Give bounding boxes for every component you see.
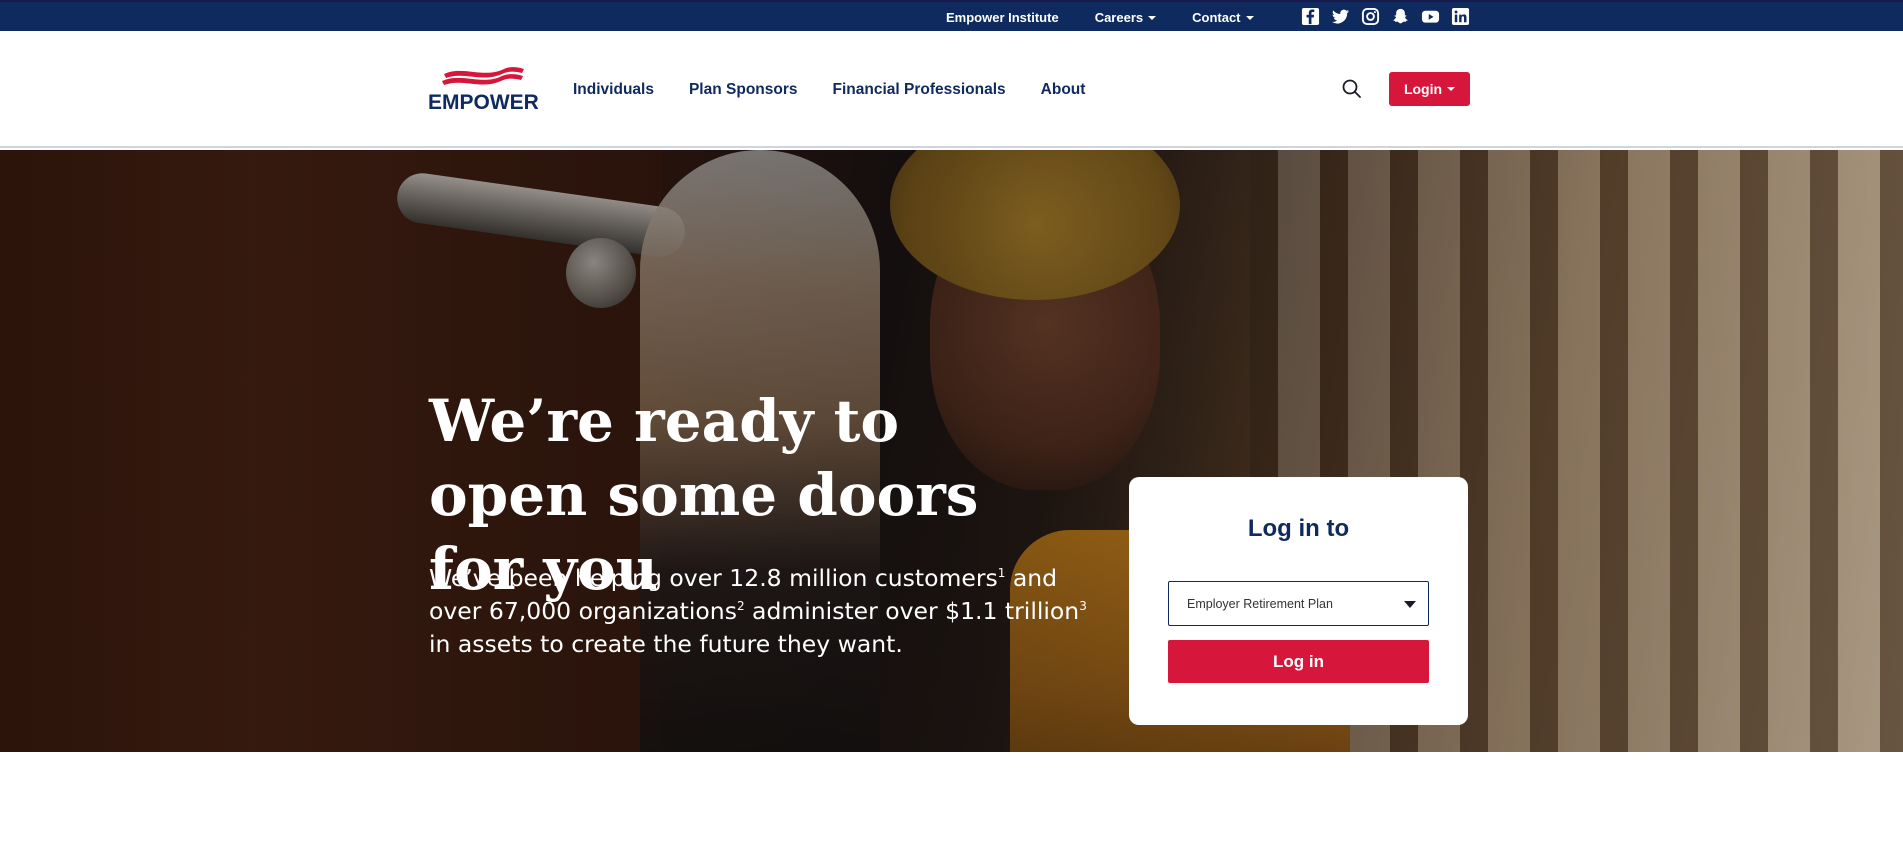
twitter-icon[interactable] [1331,7,1350,26]
login-label: Login [1403,81,1443,97]
chevron-down-icon [1447,87,1456,91]
careers-menu[interactable]: Careers [1094,10,1157,25]
contact-label: Contact [1192,10,1241,25]
snapchat-icon[interactable] [1391,7,1410,26]
social-links [1301,7,1481,26]
login-card: Log in to Employer Retirement Plan Log i… [1129,477,1468,725]
hero-sub-part3: administer over $1.1 trillion [744,597,1080,625]
facebook-icon[interactable] [1301,7,1320,26]
log-in-button[interactable]: Log in [1168,640,1429,683]
footnote-2[interactable]: 2 [737,599,745,613]
hero-sub-part1: We’ve been helping over 12.8 million cus… [429,564,998,592]
empower-institute-link[interactable]: Empower Institute [946,10,1059,25]
login-card-title: Log in to [1247,515,1350,542]
flag-icon [442,67,524,85]
main-header: EMPOWER Individuals Plan Sponsors Financ… [0,31,1903,148]
nav-financial-professionals[interactable]: Financial Professionals [833,81,1006,99]
search-icon[interactable] [1340,77,1364,101]
login-button[interactable]: Login [1389,72,1470,106]
logo-wordmark: EMPOWER [428,91,539,114]
hero-subtext: We’ve been helping over 12.8 million cus… [429,562,1089,661]
plan-type-select[interactable]: Employer Retirement Plan [1168,581,1429,626]
chevron-down-icon [1245,15,1254,20]
utility-bar: Empower Institute Careers Contact [0,0,1903,31]
nav-individuals[interactable]: Individuals [573,81,654,99]
primary-nav: Individuals Plan Sponsors Financial Prof… [573,31,1120,148]
nav-plan-sponsors[interactable]: Plan Sponsors [689,81,798,99]
utility-links: Empower Institute Careers Contact [946,2,1290,33]
empower-logo[interactable]: EMPOWER [428,65,540,115]
contact-menu[interactable]: Contact [1192,10,1254,25]
careers-label: Careers [1094,10,1144,25]
instagram-icon[interactable] [1361,7,1380,26]
linkedin-icon[interactable] [1451,7,1470,26]
plan-type-value: Employer Retirement Plan [1187,596,1333,611]
empower-institute-label: Empower Institute [946,10,1059,25]
hero-banner: We’re ready to open some doors for you W… [0,150,1903,752]
footnote-3[interactable]: 3 [1079,599,1087,613]
hero-sub-part4: in assets to create the future they want… [429,630,903,658]
chevron-down-icon [1148,15,1157,20]
nav-about[interactable]: About [1041,81,1086,99]
youtube-icon[interactable] [1421,7,1440,26]
chevron-down-icon [1404,601,1416,608]
